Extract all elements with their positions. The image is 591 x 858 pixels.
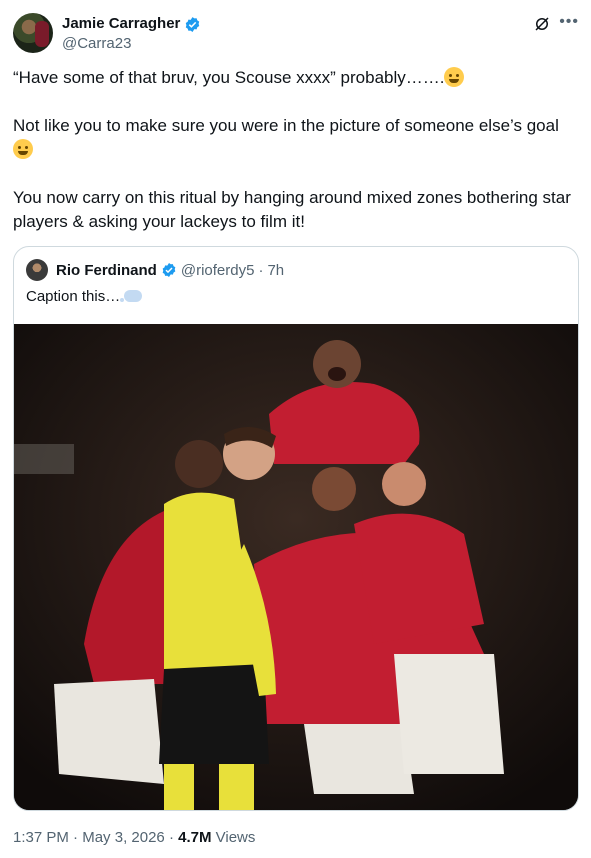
quoted-handle: @rioferdy5 [180, 261, 255, 279]
grinning-sweat-emoji [13, 139, 33, 159]
quoted-photo[interactable] [14, 324, 578, 810]
author-handle[interactable]: @Carra23 [62, 34, 131, 54]
tweet-paragraph-3: You now carry on this ritual by hanging … [13, 188, 576, 231]
author-name-row: Jamie Carragher [62, 14, 201, 34]
tweet-paragraph-2: Not like you to make sure you were in th… [13, 114, 579, 162]
tweet-text: “Have some of that bruv, you Scouse xxxx… [13, 66, 579, 258]
views-label: Views [211, 829, 256, 846]
verified-badge-icon [186, 16, 200, 32]
meta-separator-2: · [164, 829, 179, 846]
quoted-header: Rio Ferdinand @rioferdy5 · 7h [26, 259, 284, 281]
more-icon[interactable]: ••• [559, 13, 579, 31]
quoted-text-body: Caption this… [26, 288, 121, 305]
quoted-avatar [26, 259, 48, 281]
grok-icon[interactable] [533, 15, 551, 33]
author-avatar[interactable] [13, 13, 53, 53]
tweet-time[interactable]: 1:37 PM [13, 829, 69, 846]
quoted-separator: · [258, 261, 264, 279]
quoted-verified-badge-icon [162, 263, 176, 277]
quoted-tweet[interactable]: Rio Ferdinand @rioferdy5 · 7h Caption th… [13, 246, 579, 811]
author-name[interactable]: Jamie Carragher [62, 14, 180, 34]
tweet-header: Jamie Carragher @Carra23 ••• [13, 13, 579, 53]
tweet-paragraph-1-text: “Have some of that bruv, you Scouse xxxx… [13, 68, 445, 87]
views-count: 4.7M [178, 829, 212, 846]
tears-of-joy-emoji [444, 67, 465, 87]
tweet-paragraph-2-text: Not like you to make sure you were in th… [13, 116, 559, 135]
quoted-name: Rio Ferdinand [56, 261, 157, 279]
thought-balloon-emoji [120, 290, 143, 302]
quoted-text: Caption this… [26, 287, 143, 307]
quoted-age: 7h [267, 261, 285, 279]
tweet-paragraph-1: “Have some of that bruv, you Scouse xxxx… [13, 66, 579, 90]
meta-separator-1: · [68, 829, 83, 846]
celebration-photo-illustration [14, 324, 578, 810]
tweet-date[interactable]: May 3, 2026 [82, 829, 165, 846]
tweet-meta: 1:37 PM · May 3, 2026 · 4.7M Views [13, 828, 255, 848]
